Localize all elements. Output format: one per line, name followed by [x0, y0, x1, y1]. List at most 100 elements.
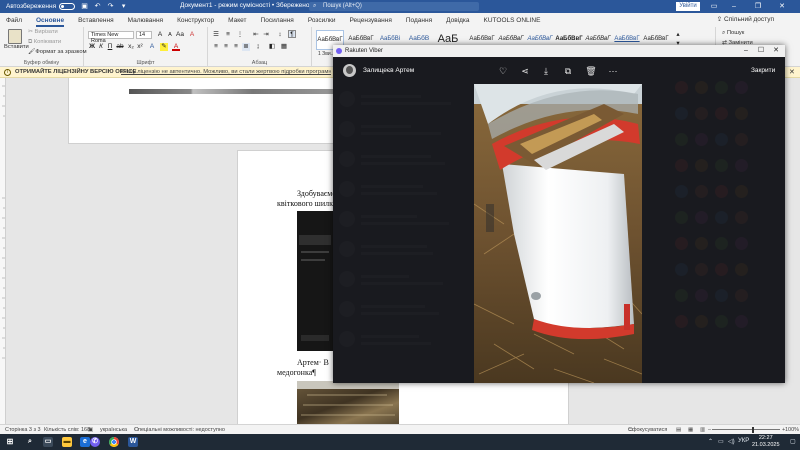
trash-icon[interactable]: 🗑 — [585, 65, 597, 77]
grow-font-icon[interactable]: A — [156, 31, 164, 39]
find-label: Пошук — [726, 30, 745, 36]
viber-taskbar-icon[interactable]: ✆ — [90, 437, 100, 447]
tab-references[interactable]: Посилання — [261, 17, 294, 27]
format-painter-button[interactable]: 🖌Формат за зразком — [28, 49, 87, 55]
find-button[interactable]: ⌕ Пошук — [722, 30, 744, 37]
zoom-slider[interactable] — [712, 429, 780, 430]
word-title-bar: Автозбереження ▣ ↶ ↷ ▾ Документ1 - режим… — [0, 0, 800, 13]
info-icon: i — [4, 69, 11, 76]
paste-icon[interactable] — [8, 29, 22, 44]
tab-file[interactable]: Файл — [6, 17, 22, 27]
superscript-icon[interactable]: x² — [136, 43, 144, 51]
taskbar-search-icon[interactable]: ⌕ — [25, 437, 35, 447]
embedded-screenshot-content — [299, 235, 331, 341]
customize-toolbar-icon[interactable]: ▾ — [119, 2, 128, 11]
tab-layout[interactable]: Макет — [228, 17, 246, 27]
tray-expand-icon[interactable]: ⌃ — [708, 438, 713, 445]
tab-insert[interactable]: Вставлення — [78, 17, 114, 27]
tab-home[interactable]: Основне — [35, 17, 65, 27]
zoom-slider-handle[interactable] — [752, 427, 754, 433]
paragraph-1-start: Здобуваємо — [297, 189, 337, 198]
font-size-select[interactable]: 14 — [136, 31, 152, 39]
multilevel-list-icon[interactable]: ⋮ — [236, 31, 244, 39]
notifications-icon[interactable]: ▢ — [790, 438, 796, 445]
borders-icon[interactable]: ▦ — [280, 43, 288, 51]
subscript-icon[interactable]: x₂ — [127, 43, 135, 51]
forward-icon[interactable]: ⧉ — [562, 65, 574, 77]
font-name-select[interactable]: Times New Roma — [88, 31, 134, 44]
italic-icon[interactable]: К — [97, 43, 105, 51]
tab-kutools[interactable]: KUTOOLS ONLINE — [484, 17, 541, 27]
close-infobar-icon[interactable]: ✕ — [789, 67, 795, 78]
close-viewer-button[interactable]: Закрити — [751, 67, 775, 74]
underline-icon[interactable]: П — [106, 43, 114, 51]
edge-icon[interactable]: e — [80, 437, 90, 447]
more-icon[interactable]: ⋯ — [607, 65, 619, 77]
license-warning-link[interactable]: Вашу ліцензію не автентично. Можливо, ви… — [121, 67, 331, 78]
word-taskbar-icon[interactable]: W — [128, 437, 138, 447]
sender-name[interactable]: Залищеєв Артем — [363, 67, 414, 74]
viber-maximize-icon[interactable]: ☐ — [754, 45, 768, 57]
paste-button[interactable]: Вставити — [4, 44, 29, 50]
task-view-icon[interactable]: ▭ — [43, 437, 53, 447]
align-right-icon[interactable]: ≡ — [232, 43, 240, 51]
input-language[interactable]: УКР — [738, 438, 749, 444]
tab-help[interactable]: Довідка — [446, 17, 469, 27]
volume-icon[interactable]: ◁) — [728, 438, 735, 445]
tab-mailings[interactable]: Розсилки — [308, 17, 336, 27]
viber-minimize-icon[interactable]: – — [739, 45, 753, 57]
bold-icon[interactable]: Ж — [88, 43, 96, 51]
bullets-icon[interactable]: ☰ — [212, 31, 220, 39]
align-left-icon[interactable]: ≡ — [212, 43, 220, 51]
shading-icon[interactable]: ◧ — [268, 43, 276, 51]
ribbon-display-icon[interactable]: ▭ — [708, 1, 720, 12]
save-icon[interactable]: ▣ — [80, 2, 89, 11]
align-center-icon[interactable]: ≡ — [222, 43, 230, 51]
signin-button[interactable]: Увійти — [676, 2, 700, 11]
text-effects-icon[interactable]: A — [148, 43, 156, 51]
share-icon[interactable]: ⋖ — [519, 65, 531, 77]
change-case-icon[interactable]: Aa — [176, 31, 184, 39]
heart-icon[interactable]: ♡ — [497, 65, 509, 77]
close-icon[interactable]: ✕ — [776, 1, 788, 12]
styles-scroll-up-icon[interactable]: ▴ — [674, 31, 682, 39]
network-icon[interactable]: ▭ — [718, 438, 724, 445]
shrink-font-icon[interactable]: A — [166, 31, 174, 39]
maximize-icon[interactable]: ❐ — [752, 1, 764, 12]
sender-avatar[interactable] — [343, 64, 356, 77]
increase-indent-icon[interactable]: ⇥ — [262, 31, 270, 39]
tab-draw[interactable]: Малювання — [128, 17, 163, 27]
screenshot-strip-image — [129, 89, 335, 94]
copy-button[interactable]: ⧉ Копіювати — [28, 39, 61, 46]
file-explorer-icon[interactable]: ▬ — [62, 437, 72, 447]
download-icon[interactable]: ⤓ — [540, 65, 552, 77]
search-input[interactable]: ⌕ Пошук (Alt+Q) — [309, 2, 479, 11]
tab-view[interactable]: Подання — [406, 17, 432, 27]
minimize-icon[interactable]: – — [728, 1, 740, 12]
viber-window-title: Rakuten Viber — [345, 48, 383, 54]
line-spacing-icon[interactable]: ↨ — [254, 43, 262, 51]
show-marks-icon[interactable]: ¶ — [288, 30, 296, 38]
undo-icon[interactable]: ↶ — [93, 2, 102, 11]
decrease-indent-icon[interactable]: ⇤ — [252, 31, 260, 39]
font-color-icon[interactable]: A — [172, 43, 180, 51]
numbering-icon[interactable]: ≡ — [224, 31, 232, 39]
sort-icon[interactable]: ↕ — [276, 31, 284, 39]
tab-design[interactable]: Конструктор — [177, 17, 214, 27]
share-button[interactable]: ⇪ Спільний доступ — [717, 15, 774, 23]
paragraph-2-start: Артем· В — [297, 358, 329, 367]
chrome-icon[interactable] — [109, 437, 119, 447]
cut-button[interactable]: ✂ Вирізати — [28, 29, 58, 35]
start-icon[interactable]: ⊞ — [5, 437, 15, 447]
clear-format-icon[interactable]: A — [188, 31, 196, 39]
strikethrough-icon[interactable]: ab — [116, 43, 124, 51]
clipboard-group-label: Буфер обміну — [23, 60, 60, 66]
justify-icon[interactable]: ≣ — [242, 43, 250, 51]
autosave-toggle[interactable] — [59, 3, 76, 10]
tab-review[interactable]: Рецензування — [349, 17, 391, 27]
font-group-label: Шрифт — [136, 60, 155, 66]
taskbar-clock[interactable]: 22:27 21.03.2025 — [752, 435, 780, 449]
highlight-icon[interactable]: ✎ — [160, 43, 168, 51]
redo-icon[interactable]: ↷ — [106, 2, 115, 11]
viber-close-icon[interactable]: ✕ — [769, 45, 783, 57]
